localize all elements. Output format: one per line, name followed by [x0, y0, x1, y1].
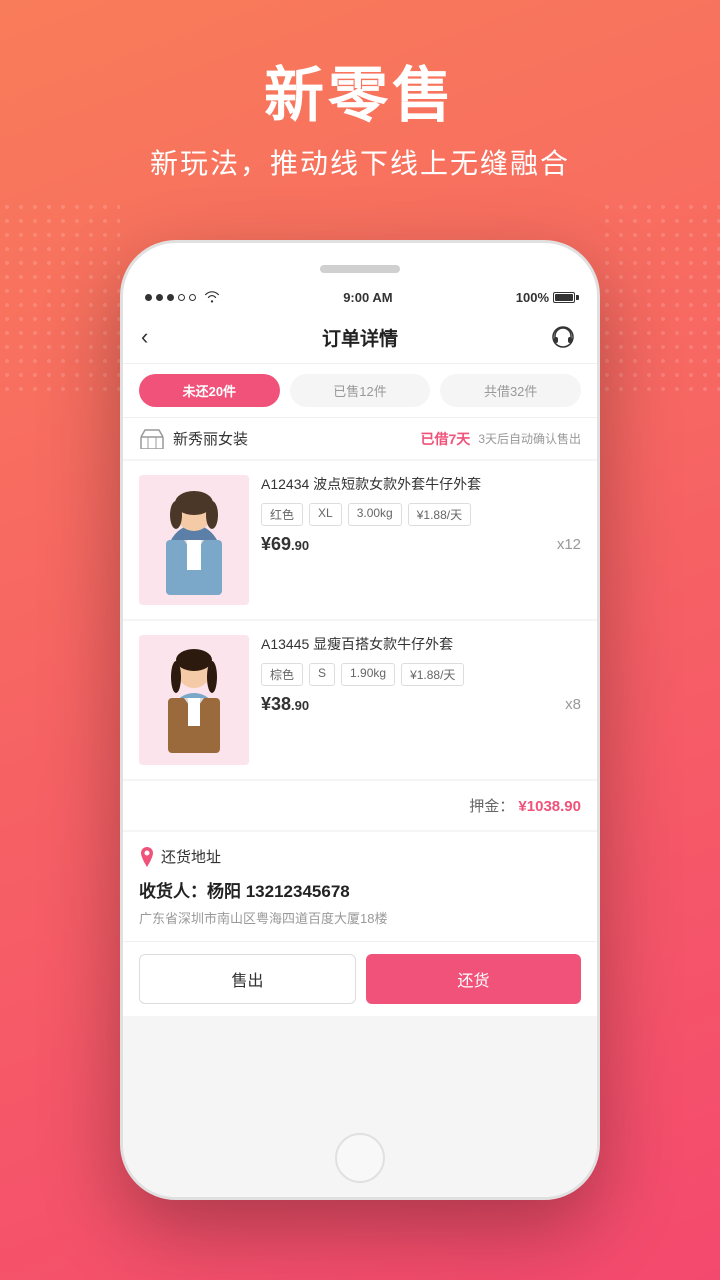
tag-weight-2: 1.90kg	[341, 663, 395, 686]
brand-section: 新秀丽女装 已借7天 3天后自动确认售出	[123, 418, 597, 459]
phone-top	[123, 243, 597, 283]
nav-title: 订单详情	[322, 324, 398, 351]
address-header: 还货地址	[139, 846, 581, 867]
product-name-2: A13445 显瘦百搭女款牛仔外套	[261, 635, 581, 655]
address-contact: 收货人：杨阳 13212345678	[139, 877, 581, 902]
product-bottom-1: ¥69.90 x12	[261, 534, 581, 555]
signal-dot-2	[156, 294, 163, 301]
tag-size-2: S	[309, 663, 335, 686]
product-image-1	[139, 475, 249, 605]
phone-mockup: 9:00 AM 100% ‹ 订单详情	[120, 240, 600, 1200]
battery-fill	[555, 294, 573, 301]
app-content: ‹ 订单详情 未还20件 已售12件 共借32件	[123, 311, 597, 1197]
product-tags-1: 红色 XL 3.00kg ¥1.88/天	[261, 503, 581, 526]
address-detail: 广东省深圳市南山区粤海四道百度大厦18楼	[139, 908, 581, 927]
product-qty-1: x12	[557, 536, 581, 553]
bottom-buttons: 售出 还货	[123, 941, 597, 1016]
product-price-1: ¥69.90	[261, 534, 309, 555]
tab-bar: 未还20件 已售12件 共借32件	[123, 364, 597, 418]
phone-frame: 9:00 AM 100% ‹ 订单详情	[120, 240, 600, 1200]
product-img-placeholder-2	[139, 635, 249, 765]
address-title: 还货地址	[161, 846, 221, 867]
wifi-icon	[204, 291, 220, 303]
tag-price-day-2: ¥1.88/天	[401, 663, 464, 686]
phone-speaker	[320, 265, 400, 273]
home-button[interactable]	[335, 1133, 385, 1183]
product-card-2: A13445 显瘦百搭女款牛仔外套 棕色 S 1.90kg ¥1.88/天 ¥3…	[123, 621, 597, 779]
sell-button[interactable]: 售出	[139, 954, 356, 1004]
tag-weight-1: 3.00kg	[348, 503, 402, 526]
product-bottom-2: ¥38.90 x8	[261, 694, 581, 715]
store-icon	[139, 429, 165, 449]
battery-percent: 100%	[516, 290, 549, 305]
product-card-1: A12434 波点短款女款外套牛仔外套 红色 XL 3.00kg ¥1.88/天…	[123, 461, 597, 619]
deposit-amount: ¥1038.90	[518, 798, 581, 815]
signal-dot-4	[178, 294, 185, 301]
scroll-content[interactable]: 新秀丽女装 已借7天 3天后自动确认售出	[123, 418, 597, 1197]
signal-dot-1	[145, 294, 152, 301]
page-main-title: 新零售	[0, 60, 720, 132]
tag-price-day-1: ¥1.88/天	[408, 503, 471, 526]
tab-total[interactable]: 共借32件	[440, 374, 581, 407]
product-name-1: A12434 波点短款女款外套牛仔外套	[261, 475, 581, 495]
signal-dot-5	[189, 294, 196, 301]
tag-color-2: 棕色	[261, 663, 303, 686]
product-tags-2: 棕色 S 1.90kg ¥1.88/天	[261, 663, 581, 686]
brand-name: 新秀丽女装	[173, 428, 248, 449]
back-button[interactable]: ‹	[141, 324, 173, 350]
deposit-section: 押金： ¥1038.90	[123, 781, 597, 830]
product-image-2	[139, 635, 249, 765]
tab-unreturned[interactable]: 未还20件	[139, 374, 280, 407]
auto-confirm: 3天后自动确认售出	[478, 430, 581, 447]
product-qty-2: x8	[565, 696, 581, 713]
signal-dot-3	[167, 294, 174, 301]
nav-bar: ‹ 订单详情	[123, 311, 597, 364]
product-img-placeholder-1	[139, 475, 249, 605]
battery-icon	[553, 292, 575, 303]
location-icon	[139, 847, 155, 867]
status-time: 9:00 AM	[343, 290, 392, 305]
product-info-2: A13445 显瘦百搭女款牛仔外套 棕色 S 1.90kg ¥1.88/天 ¥3…	[261, 635, 581, 765]
product-img-svg-1	[139, 475, 249, 605]
status-bar: 9:00 AM 100%	[123, 283, 597, 311]
status-left	[145, 291, 220, 303]
product-info-1: A12434 波点短款女款外套牛仔外套 红色 XL 3.00kg ¥1.88/天…	[261, 475, 581, 605]
tab-sold[interactable]: 已售12件	[290, 374, 431, 407]
page-subtitle: 新玩法，推动线下线上无缝融合	[0, 142, 720, 182]
brand-left: 新秀丽女装	[139, 428, 248, 449]
tag-color-1: 红色	[261, 503, 303, 526]
product-price-2: ¥38.90	[261, 694, 309, 715]
headset-icon	[550, 324, 576, 350]
product-img-svg-2	[139, 635, 249, 765]
headset-button[interactable]	[547, 321, 579, 353]
header-area: 新零售 新玩法，推动线下线上无缝融合	[0, 0, 720, 212]
status-right: 100%	[516, 290, 575, 305]
return-button[interactable]: 还货	[366, 954, 581, 1004]
borrowed-days: 已借7天	[421, 429, 471, 449]
deposit-label: 押金：	[469, 798, 514, 815]
tag-size-1: XL	[309, 503, 342, 526]
address-section: 还货地址 收货人：杨阳 13212345678 广东省深圳市南山区粤海四道百度大…	[123, 832, 597, 941]
brand-status: 已借7天 3天后自动确认售出	[421, 429, 581, 449]
